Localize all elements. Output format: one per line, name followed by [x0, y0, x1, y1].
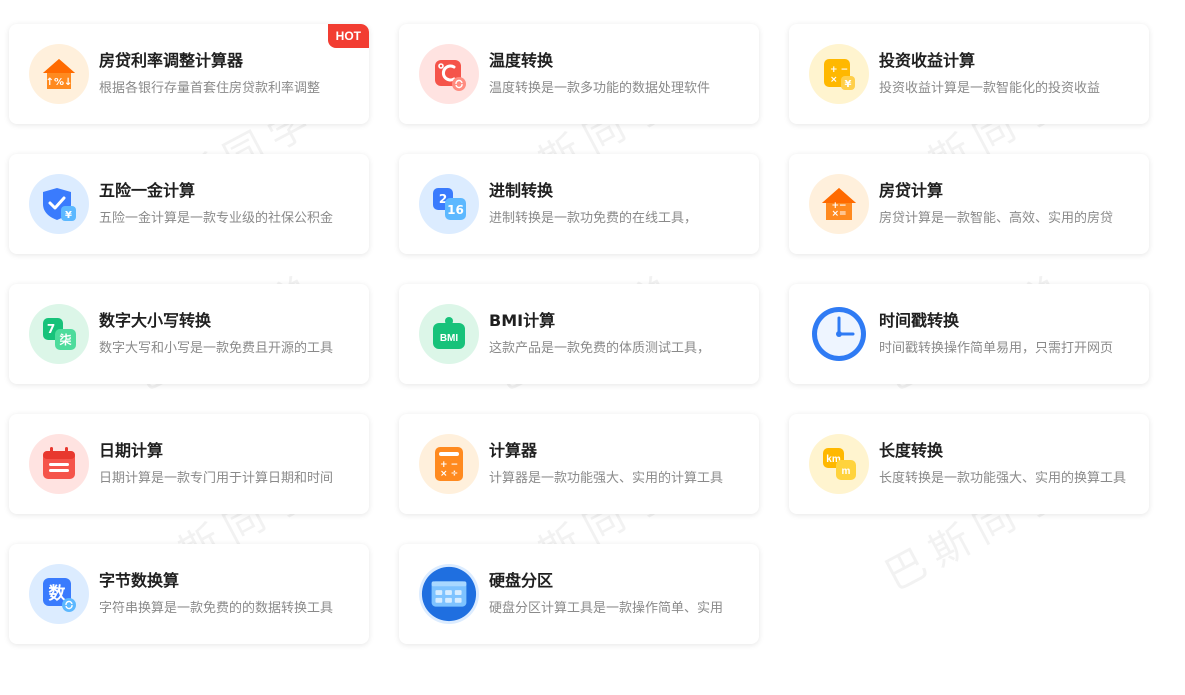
tool-card-bmi[interactable]: BMI BMI计算 这款产品是一款免费的体质测试工具， [399, 284, 759, 384]
clock-icon [812, 307, 866, 361]
icon-bg: ↑%↓ [29, 44, 89, 104]
svg-text:16: 16 [447, 203, 464, 217]
house-rate-icon: ↑%↓ [43, 59, 75, 89]
tool-title: 投资收益计算 [879, 51, 976, 70]
svg-text:↑%↓: ↑%↓ [46, 77, 73, 88]
disk-partition-icon [421, 566, 477, 622]
svg-text:¥: ¥ [845, 79, 852, 90]
tool-desc: 进制转换是一款功免费的在线工具， [489, 211, 698, 226]
icon-bg [809, 304, 869, 364]
length-icon: km m [823, 448, 856, 480]
icon-bg: 数 [29, 564, 89, 624]
tool-text: 字节数换算 字符串换算是一款免费的的数据转换工具 [99, 570, 349, 618]
svg-text:× ÷: × ÷ [440, 469, 458, 479]
tool-text: 长度转换 长度转换是一款功能强大、实用的换算工具 [879, 440, 1129, 488]
tool-text: 五险一金计算 五险一金计算是一款专业级的社保公积金 [99, 180, 349, 228]
tool-text: 计算器 计算器是一款功能强大、实用的计算工具 [489, 440, 739, 488]
icon-bg: + − × ÷ [419, 434, 479, 494]
investment-icon: + − × ¥ [824, 59, 855, 90]
tool-card-length[interactable]: km m 长度转换 长度转换是一款功能强大、实用的换算工具 [789, 414, 1149, 514]
number-case-icon: 7 柒 [43, 318, 76, 350]
tool-desc: 房贷计算是一款智能、高效、实用的房贷 [879, 211, 1114, 226]
calculator-icon: + − × ÷ [435, 447, 463, 481]
tool-text: 硬盘分区 硬盘分区计算工具是一款操作简单、实用 [489, 570, 739, 618]
house-loan-icon: ×= +− [822, 188, 856, 220]
tool-title: 计算器 [489, 441, 538, 460]
hot-badge: HOT [327, 24, 369, 48]
tool-desc: 硬盘分区计算工具是一款操作简单、实用 [489, 601, 724, 616]
tool-text: 进制转换 进制转换是一款功免费的在线工具， [489, 180, 739, 228]
tool-card-mortgage-rate[interactable]: ↑%↓ 房贷利率调整计算器 根据各银行存量首套住房贷款利率调整 HOT [9, 24, 369, 124]
svg-text:+ −: + − [830, 65, 848, 75]
tool-title: 温度转换 [489, 51, 554, 70]
tool-card-date[interactable]: 日期计算 日期计算是一款专门用于计算日期和时间 [9, 414, 369, 514]
svg-text:m: m [842, 466, 851, 477]
tool-desc: 五险一金计算是一款专业级的社保公积金 [99, 211, 334, 226]
icon-bg: 7 柒 [29, 304, 89, 364]
icon-bg: ×= +− [809, 174, 869, 234]
tool-desc: 温度转换是一款多功能的数据处理软件 [489, 81, 711, 96]
tool-desc: 时间戳转换操作简单易用，只需打开网页 [879, 341, 1114, 356]
svg-text:×: × [830, 75, 838, 85]
temperature-icon [435, 60, 466, 91]
tool-title: 房贷利率调整计算器 [99, 51, 244, 70]
tool-card-temperature[interactable]: 温度转换 温度转换是一款多功能的数据处理软件 [399, 24, 759, 124]
tool-desc: 这款产品是一款免费的体质测试工具， [489, 341, 711, 356]
tool-card-disk-partition[interactable]: 硬盘分区 硬盘分区计算工具是一款操作简单、实用 [399, 544, 759, 644]
bmi-label: BMI [440, 333, 459, 344]
tool-card-calculator[interactable]: + − × ÷ 计算器 计算器是一款功能强大、实用的计算工具 [399, 414, 759, 514]
tool-text: 数字大小写转换 数字大写和小写是一款免费且开源的工具 [99, 310, 349, 358]
tool-text: 温度转换 温度转换是一款多功能的数据处理软件 [489, 50, 739, 98]
tool-desc: 投资收益计算是一款智能化的投资收益 [879, 81, 1101, 96]
tool-text: 时间戳转换 时间戳转换操作简单易用，只需打开网页 [879, 310, 1129, 358]
tool-card-social-insurance[interactable]: ¥ 五险一金计算 五险一金计算是一款专业级的社保公积金 [9, 154, 369, 254]
icon-bg: BMI [419, 304, 479, 364]
tool-title: 房贷计算 [879, 181, 944, 200]
tool-card-timestamp[interactable]: 时间戳转换 时间戳转换操作简单易用，只需打开网页 [789, 284, 1149, 384]
tool-card-base-convert[interactable]: 2 16 进制转换 进制转换是一款功免费的在线工具， [399, 154, 759, 254]
tool-title: 五险一金计算 [99, 181, 196, 200]
base-convert-icon: 2 16 [433, 188, 466, 220]
bytes-icon: 数 [43, 578, 76, 612]
tool-title: 进制转换 [489, 181, 554, 200]
icon-bg: ¥ [29, 174, 89, 234]
icon-bg: 2 16 [419, 174, 479, 234]
shield-yuan-icon: ¥ [43, 188, 76, 221]
bmi-icon: BMI [433, 317, 465, 349]
tool-title: 字节数换算 [99, 571, 180, 590]
tool-title: 数字大小写转换 [99, 311, 212, 330]
tool-desc: 数字大写和小写是一款免费且开源的工具 [99, 341, 334, 356]
calendar-icon [43, 447, 75, 479]
icon-bg [419, 564, 479, 624]
tool-text: 房贷利率调整计算器 根据各银行存量首套住房贷款利率调整 [99, 50, 349, 98]
tool-text: BMI计算 这款产品是一款免费的体质测试工具， [489, 310, 739, 358]
tool-desc: 长度转换是一款功能强大、实用的换算工具 [879, 471, 1127, 486]
svg-text:7: 7 [47, 322, 55, 336]
tool-card-house-loan[interactable]: ×= +− 房贷计算 房贷计算是一款智能、高效、实用的房贷 [789, 154, 1149, 254]
icon-bg: km m [809, 434, 869, 494]
tool-desc: 根据各银行存量首套住房贷款利率调整 [99, 81, 321, 96]
svg-text:+−: +− [831, 201, 846, 211]
tool-card-investment[interactable]: + − × ¥ 投资收益计算 投资收益计算是一款智能化的投资收益 [789, 24, 1149, 124]
svg-text:柒: 柒 [59, 332, 71, 347]
icon-bg: + − × ¥ [809, 44, 869, 104]
tool-title: 硬盘分区 [489, 571, 554, 590]
tool-title: 时间戳转换 [879, 311, 960, 330]
tool-title: 日期计算 [99, 441, 164, 460]
tool-title: 长度转换 [879, 441, 944, 460]
tool-text: 投资收益计算 投资收益计算是一款智能化的投资收益 [879, 50, 1129, 98]
tool-desc: 计算器是一款功能强大、实用的计算工具 [489, 471, 724, 486]
icon-bg [29, 434, 89, 494]
tool-title: BMI计算 [489, 311, 556, 330]
svg-text:¥: ¥ [65, 210, 72, 221]
tool-desc: 字符串换算是一款免费的的数据转换工具 [99, 601, 334, 616]
icon-bg [419, 44, 479, 104]
tool-grid: ↑%↓ 房贷利率调整计算器 根据各银行存量首套住房贷款利率调整 HOT 温度转换… [9, 24, 1149, 644]
tool-card-bytes[interactable]: 数 字节数换算 字符串换算是一款免费的的数据转换工具 [9, 544, 369, 644]
tool-desc: 日期计算是一款专门用于计算日期和时间 [99, 471, 334, 486]
tool-card-number-case[interactable]: 7 柒 数字大小写转换 数字大写和小写是一款免费且开源的工具 [9, 284, 369, 384]
tool-text: 日期计算 日期计算是一款专门用于计算日期和时间 [99, 440, 349, 488]
tool-text: 房贷计算 房贷计算是一款智能、高效、实用的房贷 [879, 180, 1129, 228]
